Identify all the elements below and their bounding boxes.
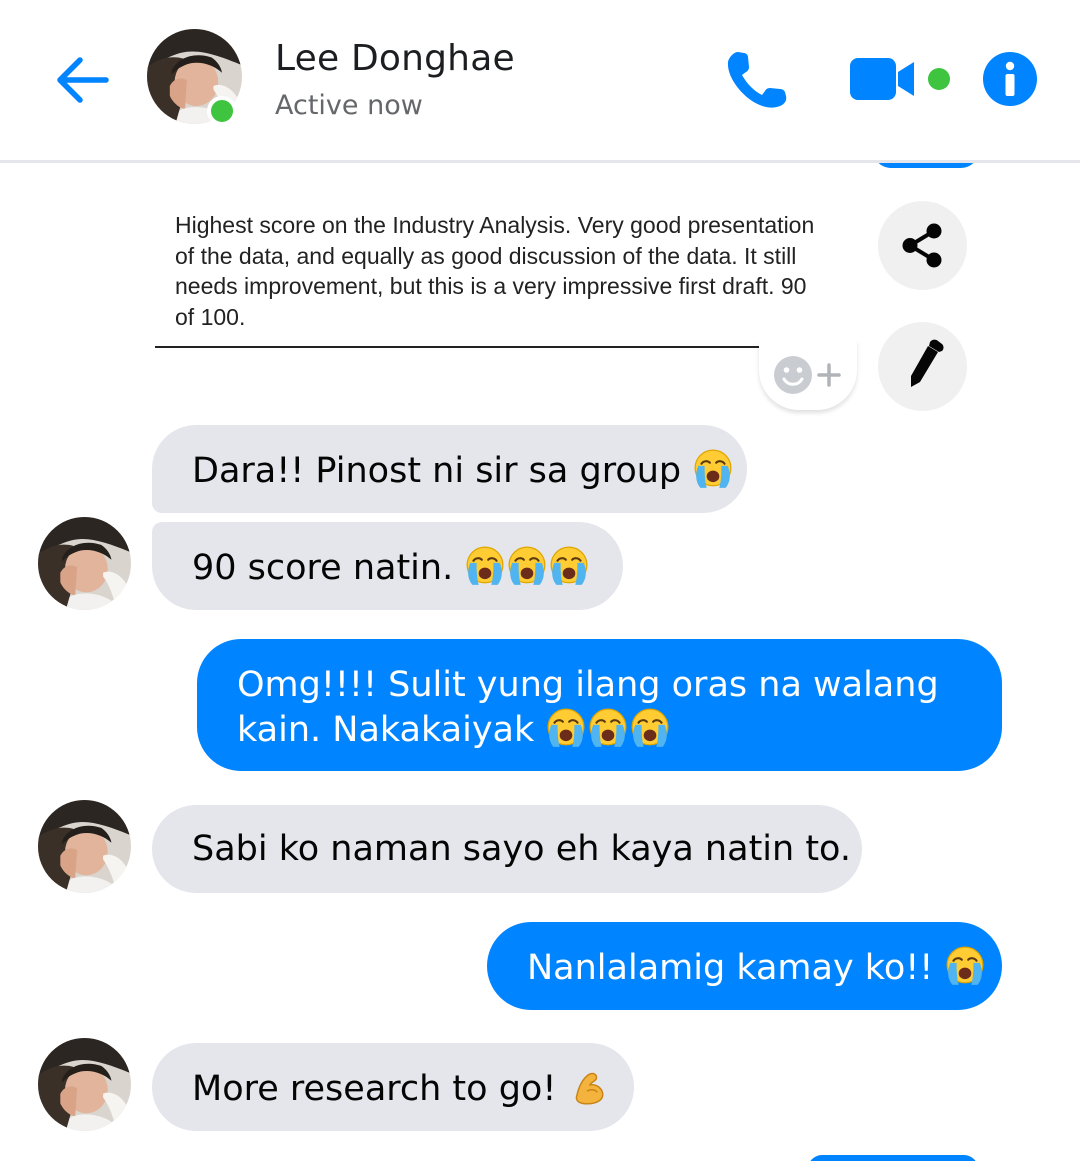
back-arrow-icon[interactable] — [50, 48, 114, 112]
message-text: Nanlalamig kamay ko!! — [527, 948, 934, 988]
message-text: 90 score natin. — [192, 548, 454, 588]
incoming-message[interactable]: Dara!! Pinost ni sir sa group — [152, 425, 747, 513]
message-text: More research to go! — [192, 1069, 557, 1109]
share-icon[interactable] — [878, 201, 967, 290]
divider — [155, 346, 855, 348]
video-camera-icon[interactable] — [848, 56, 920, 102]
contact-status: Active now — [275, 90, 423, 121]
contact-avatar[interactable] — [38, 800, 131, 893]
contact-avatar[interactable] — [38, 517, 131, 610]
video-active-dot — [928, 68, 950, 90]
outgoing-message[interactable]: Nanlalamig kamay ko!! — [487, 922, 1002, 1010]
active-status-dot — [207, 96, 237, 126]
incoming-message[interactable]: 90 score natin. — [152, 522, 623, 610]
outgoing-message[interactable]: Omg!!!! Sulit yung ilang oras na walang … — [197, 639, 1002, 771]
crying-emoji-icon — [466, 546, 505, 586]
crying-emoji-icon — [550, 546, 589, 586]
add-reaction-icon[interactable] — [759, 340, 857, 410]
message-text: Dara!! Pinost ni sir sa group — [192, 451, 682, 491]
crying-emoji-icon — [547, 708, 586, 748]
crying-emoji-icon — [631, 708, 670, 748]
crying-emoji-icon — [508, 546, 547, 586]
message-text-line: Omg!!!! Sulit yung ilang oras na walang — [237, 665, 939, 705]
messenger-chat-screen: Lee Donghae Active now Highest score on … — [0, 0, 1080, 1161]
crying-emoji-icon — [589, 708, 628, 748]
next-message-bubble[interactable] — [808, 1155, 978, 1161]
message-text-line: kain. Nakakaiyak — [237, 710, 535, 750]
flexed-biceps-emoji-icon — [575, 1072, 603, 1105]
incoming-message[interactable]: More research to go! — [152, 1043, 634, 1131]
crying-emoji-icon — [694, 449, 733, 489]
edit-pencil-icon[interactable] — [878, 322, 967, 411]
contact-name[interactable]: Lee Donghae — [275, 38, 515, 79]
shared-image-message[interactable]: Highest score on the Industry Analysis. … — [150, 166, 860, 366]
info-icon[interactable] — [982, 51, 1038, 107]
conversation-header: Lee Donghae Active now — [0, 0, 1080, 163]
message-text: Sabi ko naman sayo eh kaya natin to. — [192, 829, 851, 869]
phone-icon[interactable] — [724, 48, 790, 110]
incoming-message[interactable]: Sabi ko naman sayo eh kaya natin to. — [152, 805, 862, 893]
shared-image-text: Highest score on the Industry Analysis. … — [175, 212, 815, 330]
contact-avatar[interactable] — [38, 1038, 131, 1131]
crying-emoji-icon — [946, 946, 985, 986]
